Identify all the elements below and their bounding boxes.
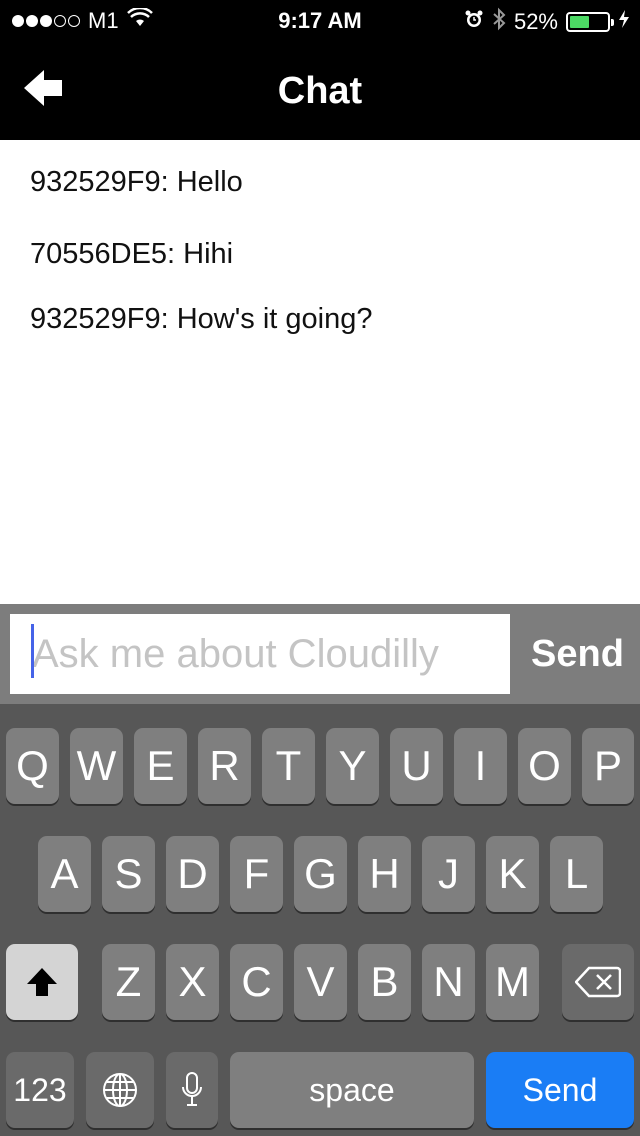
- key-n[interactable]: N: [422, 944, 475, 1020]
- key-c[interactable]: C: [230, 944, 283, 1020]
- key-b[interactable]: B: [358, 944, 411, 1020]
- key-u[interactable]: U: [390, 728, 443, 804]
- shift-key[interactable]: [6, 944, 78, 1020]
- message-list: 932529F9: Hello 70556DE5: Hihi 932529F9:…: [0, 140, 640, 604]
- key-r[interactable]: R: [198, 728, 251, 804]
- key-s[interactable]: S: [102, 836, 155, 912]
- send-button[interactable]: Send: [520, 624, 635, 684]
- nav-bar: Chat: [0, 40, 640, 140]
- space-key[interactable]: space: [230, 1052, 474, 1128]
- backspace-icon: [575, 966, 621, 998]
- key-a[interactable]: A: [38, 836, 91, 912]
- key-j[interactable]: J: [422, 836, 475, 912]
- key-d[interactable]: D: [166, 836, 219, 912]
- key-o[interactable]: O: [518, 728, 571, 804]
- globe-icon: [103, 1073, 137, 1107]
- message-input[interactable]: [10, 614, 510, 694]
- message-item: 70556DE5: Hihi: [30, 238, 234, 270]
- bluetooth-icon: [492, 7, 506, 37]
- globe-key[interactable]: [86, 1052, 154, 1128]
- battery-percent: 52%: [513, 9, 558, 34]
- key-f[interactable]: F: [230, 836, 283, 912]
- key-m[interactable]: M: [486, 944, 539, 1020]
- return-send-key[interactable]: Send: [486, 1052, 634, 1128]
- text-cursor: [31, 624, 34, 678]
- status-right: 52%: [464, 7, 630, 37]
- dictation-key[interactable]: [166, 1052, 218, 1128]
- message-item: 932529F9: Hello: [30, 166, 243, 198]
- microphone-icon: [182, 1072, 202, 1106]
- message-input-bar: Send: [0, 604, 640, 704]
- alarm-icon: [464, 9, 484, 35]
- key-y[interactable]: Y: [326, 728, 379, 804]
- backspace-key[interactable]: [562, 944, 634, 1020]
- status-bar: M1 9:17 AM 52%: [0, 0, 640, 40]
- key-p[interactable]: P: [582, 728, 634, 804]
- key-w[interactable]: W: [70, 728, 123, 804]
- page-title: Chat: [277, 70, 363, 112]
- key-g[interactable]: G: [294, 836, 347, 912]
- keyboard: Q W E R T Y U I O P A S D F G H J K L Z …: [0, 704, 640, 1136]
- key-q[interactable]: Q: [6, 728, 59, 804]
- key-x[interactable]: X: [166, 944, 219, 1020]
- message-item: 932529F9: How's it going?: [30, 303, 373, 335]
- key-h[interactable]: H: [358, 836, 411, 912]
- numbers-key[interactable]: 123: [6, 1052, 74, 1128]
- charging-icon: [618, 9, 630, 35]
- battery-fill: [570, 16, 589, 28]
- key-k[interactable]: K: [486, 836, 539, 912]
- key-z[interactable]: Z: [102, 944, 155, 1020]
- key-v[interactable]: V: [294, 944, 347, 1020]
- key-i[interactable]: I: [454, 728, 507, 804]
- key-e[interactable]: E: [134, 728, 187, 804]
- battery-icon: [566, 12, 614, 32]
- key-l[interactable]: L: [550, 836, 603, 912]
- shift-icon: [27, 968, 57, 996]
- key-t[interactable]: T: [262, 728, 315, 804]
